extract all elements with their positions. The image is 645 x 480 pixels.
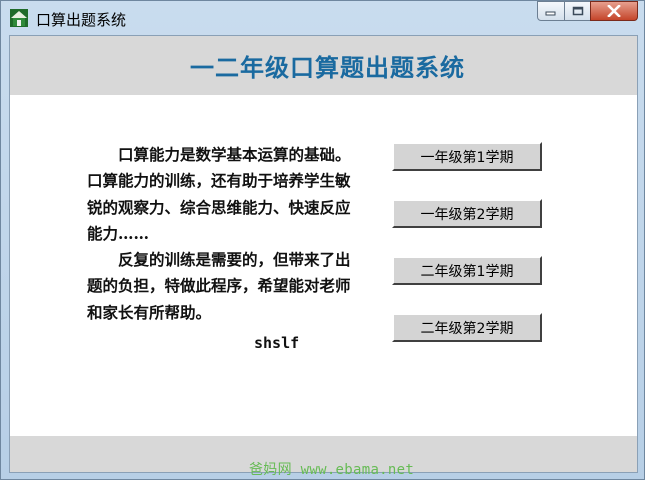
intro-text: 口算能力是数学基本运算的基础。口算能力的训练，还有助于培养学生敏锐的观察力、综合… [87, 142, 351, 326]
house-icon [10, 9, 28, 27]
close-icon [607, 5, 621, 17]
grade2-term2-button[interactable]: 二年级第2学期 [392, 313, 542, 342]
minimize-icon [545, 11, 556, 16]
grade1-term2-button[interactable]: 一年级第2学期 [392, 199, 542, 228]
maximize-button[interactable] [564, 1, 591, 21]
app-window: 口算出题系统 一二年级口算题出题系统 口算能力是数学基本运算的基础。口算能力的训… [0, 0, 645, 480]
page-title: 一二年级口算题出题系统 [190, 54, 465, 82]
close-button[interactable] [590, 1, 638, 21]
author-signature: shslf [254, 334, 300, 352]
window-title: 口算出题系统 [36, 11, 127, 29]
intro-paragraph-1: 口算能力是数学基本运算的基础。口算能力的训练，还有助于培养学生敏锐的观察力、综合… [87, 145, 351, 243]
minimize-button[interactable] [537, 1, 565, 21]
client-area: 一二年级口算题出题系统 口算能力是数学基本运算的基础。口算能力的训练，还有助于培… [9, 35, 638, 473]
grade2-term1-button[interactable]: 二年级第1学期 [392, 256, 542, 285]
grade1-term1-button[interactable]: 一年级第1学期 [392, 142, 542, 171]
header-band: 一二年级口算题出题系统 [10, 36, 637, 95]
intro-paragraph-2: 反复的训练是需要的，但带来了出题的负担，特做此程序，希望能对老师和家长有所帮助。 [87, 250, 351, 322]
window-controls [537, 1, 638, 23]
watermark-text: 爸妈网 www.ebama.net [249, 462, 415, 478]
maximize-icon [572, 6, 583, 16]
title-bar[interactable]: 口算出题系统 [1, 1, 644, 35]
